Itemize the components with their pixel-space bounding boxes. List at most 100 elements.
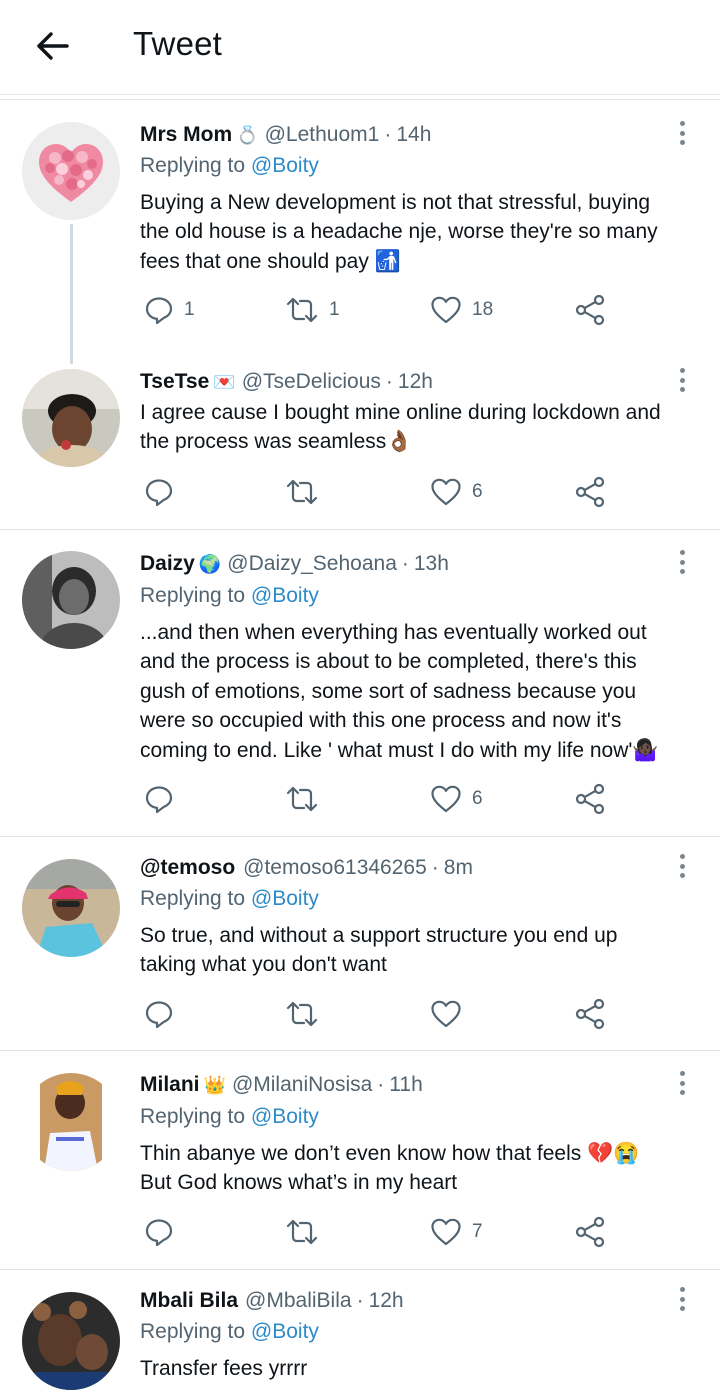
tweet-mbali-bila[interactable]: Mbali Bila @MbaliBila · 12h Replying to …	[0, 1270, 720, 1395]
tweet-text: Transfer fees yrrrr	[140, 1357, 308, 1380]
tweet-actions	[140, 997, 620, 1031]
like-count: 6	[472, 481, 483, 502]
avatar[interactable]	[22, 551, 120, 649]
replying-to-mention[interactable]: @Boity	[251, 584, 319, 607]
like-button[interactable]: 6	[430, 475, 483, 509]
retweet-icon	[286, 479, 318, 505]
retweet-button[interactable]	[285, 997, 329, 1031]
tweet-mrs-mom[interactable]: Mrs Mom 💍 @Lethuom1 · 14h Replying to @B…	[0, 100, 720, 364]
like-count: 18	[472, 299, 494, 320]
reply-count: 1	[184, 299, 195, 320]
retweet-icon	[286, 297, 318, 323]
retweet-button[interactable]: 1	[285, 293, 340, 327]
display-name[interactable]: TseTse	[140, 369, 209, 395]
tweet-tsetse[interactable]: TseTse 💌 @TseDelicious · 12h I agree cau…	[0, 355, 720, 530]
timestamp[interactable]: 12h	[369, 1288, 404, 1314]
tweet-header: @temoso @temoso61346265 · 8m	[140, 855, 473, 881]
display-name[interactable]: @temoso	[140, 855, 235, 881]
replying-to-mention[interactable]: @Boity	[251, 887, 319, 910]
replying-to-line: Replying to @Boity	[140, 887, 319, 911]
tweet-text: I agree cause I bought mine online durin…	[140, 401, 661, 454]
timestamp[interactable]: 8m	[444, 855, 473, 881]
share-button[interactable]	[575, 782, 607, 816]
more-options-button[interactable]	[670, 851, 694, 881]
replying-to-line: Replying to @Boity	[140, 1105, 319, 1129]
timestamp[interactable]: 14h	[396, 122, 431, 148]
share-icon	[575, 294, 605, 326]
username-handle[interactable]: @MbaliBila	[245, 1288, 352, 1314]
replying-to-mention[interactable]: @Boity	[251, 1320, 319, 1343]
share-button[interactable]	[575, 1215, 607, 1249]
like-button[interactable]: 7	[430, 1215, 483, 1249]
replying-to-line: Replying to @Boity	[140, 584, 319, 608]
timestamp[interactable]: 12h	[398, 369, 433, 395]
heart-icon	[431, 1000, 461, 1028]
heart-icon	[431, 785, 461, 813]
heart-icon	[431, 1218, 461, 1246]
tweet-actions: 7	[140, 1215, 620, 1249]
tweet-text: Thin abanye we don’t even know how that …	[140, 1142, 640, 1195]
replying-to-mention[interactable]: @Boity	[251, 154, 319, 177]
avatar[interactable]	[22, 1292, 120, 1390]
tweet-actions: 6	[140, 782, 620, 816]
like-count: 7	[472, 1221, 483, 1242]
reply-button[interactable]	[144, 1215, 184, 1249]
share-button[interactable]	[575, 293, 607, 327]
retweet-icon	[286, 1219, 318, 1245]
tweet-header: Milani 👑 @MilaniNosisa · 11h	[140, 1072, 423, 1098]
reply-button[interactable]	[144, 782, 184, 816]
arrow-left-icon	[37, 32, 69, 60]
tweet-milani[interactable]: Milani 👑 @MilaniNosisa · 11h Replying to…	[0, 1051, 720, 1270]
display-name[interactable]: Milani	[140, 1072, 200, 1098]
like-button[interactable]: 6	[430, 782, 483, 816]
username-handle[interactable]: @TseDelicious	[242, 369, 381, 395]
replying-to-label: Replying to	[140, 1320, 246, 1343]
reply-icon	[145, 479, 173, 507]
share-button[interactable]	[575, 475, 607, 509]
username-handle[interactable]: @temoso61346265	[243, 855, 427, 881]
more-options-button[interactable]	[670, 1068, 694, 1098]
avatar[interactable]	[22, 369, 120, 467]
tweet-header: TseTse 💌 @TseDelicious · 12h	[140, 369, 433, 395]
username-handle[interactable]: @Daizy_Sehoana	[227, 551, 397, 577]
timestamp[interactable]: 11h	[389, 1072, 422, 1098]
more-options-button[interactable]	[670, 365, 694, 395]
more-options-button[interactable]	[670, 118, 694, 148]
reply-icon	[145, 297, 173, 325]
retweet-button[interactable]	[285, 1215, 329, 1249]
retweet-count: 1	[329, 299, 340, 320]
reply-button[interactable]	[144, 997, 184, 1031]
timestamp[interactable]: 13h	[414, 551, 449, 577]
like-button[interactable]: 18	[430, 293, 493, 327]
back-button[interactable]	[30, 24, 74, 68]
tweet-temoso[interactable]: @temoso @temoso61346265 · 8m Replying to…	[0, 837, 720, 1051]
replying-to-label: Replying to	[140, 887, 246, 910]
more-options-button[interactable]	[670, 1284, 694, 1314]
separator-dot: ·	[385, 370, 393, 393]
tweet-header: Mrs Mom 💍 @Lethuom1 · 14h	[140, 122, 431, 148]
retweet-button[interactable]	[285, 475, 329, 509]
ring-emoji-icon: 💍	[236, 125, 259, 145]
username-handle[interactable]: @MilaniNosisa	[232, 1072, 372, 1098]
reply-button[interactable]: 1	[144, 293, 195, 327]
heart-icon	[431, 296, 461, 324]
tweet-daizy[interactable]: Daizy 🌍 @Daizy_Sehoana · 13h Replying to…	[0, 530, 720, 837]
heart-icon	[431, 478, 461, 506]
avatar[interactable]	[22, 1073, 120, 1171]
separator-dot: ·	[401, 552, 409, 575]
share-button[interactable]	[575, 997, 607, 1031]
avatar[interactable]	[22, 122, 120, 220]
avatar[interactable]	[22, 859, 120, 957]
share-icon	[575, 476, 605, 508]
display-name[interactable]: Mbali Bila	[140, 1288, 238, 1314]
replying-to-mention[interactable]: @Boity	[251, 1105, 319, 1128]
username-handle[interactable]: @Lethuom1	[265, 122, 380, 148]
display-name[interactable]: Mrs Mom	[140, 122, 232, 148]
more-options-button[interactable]	[670, 547, 694, 577]
top-app-bar: Tweet	[0, 0, 720, 95]
display-name[interactable]: Daizy	[140, 551, 195, 577]
share-icon	[575, 998, 605, 1030]
reply-button[interactable]	[144, 475, 184, 509]
retweet-button[interactable]	[285, 782, 329, 816]
like-button[interactable]	[430, 997, 472, 1031]
